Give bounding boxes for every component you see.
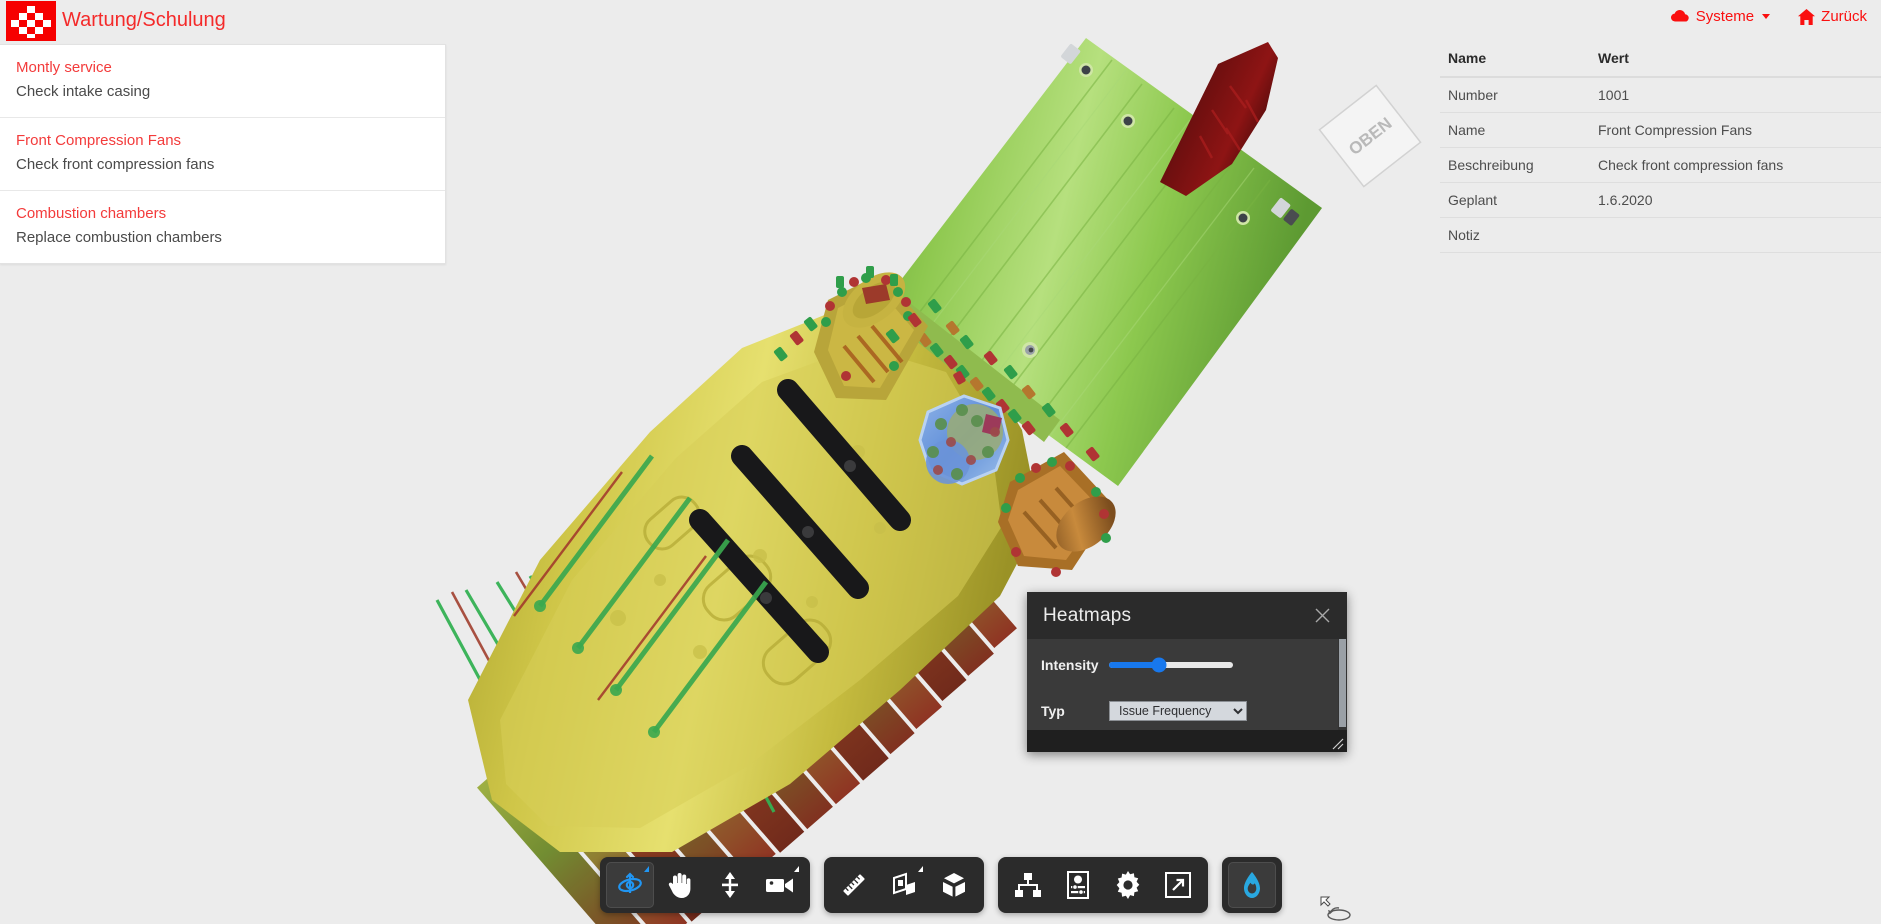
gear-icon[interactable] [1104,862,1152,908]
task-list-panel: Montly service Check intake casing Front… [0,44,446,264]
rotate-cursor [1320,896,1354,924]
intensity-label: Intensity [1041,657,1099,673]
zoom-vertical-arrows-icon[interactable] [706,862,754,908]
column-header-name: Name [1440,46,1590,78]
property-value: 1001 [1590,77,1881,113]
dialog-title: Heatmaps [1043,604,1132,626]
accessory-module-blue [918,371,1010,486]
dialog-scrollbar[interactable] [1338,639,1347,730]
pan-hand-icon[interactable] [656,862,704,908]
table-row[interactable]: Name Front Compression Fans [1440,112,1881,148]
surface-fittings [773,299,1100,462]
heatmaps-dialog[interactable]: Heatmaps Intensity Typ Issue Frequency [1027,592,1347,752]
dialog-footer [1027,730,1347,752]
section-plane-icon[interactable] [880,862,928,908]
property-name: Notiz [1440,217,1590,253]
intensity-field-row: Intensity [1027,657,1347,673]
engine-main-casing [468,304,1040,852]
dialog-body: Intensity Typ Issue Frequency [1027,639,1347,730]
app-root: OBEN Wartung/Schulung Systeme Zurück Mon… [0,0,1881,924]
toolbar-group-heatmaps [1221,857,1282,913]
task-title: Montly service [16,59,112,76]
corner-indicator [643,866,649,872]
property-value: Front Compression Fans [1590,112,1881,148]
nav-systeme-label: Systeme [1695,8,1755,25]
task-title: Front Compression Fans [16,132,182,149]
explode-cube-icon[interactable] [930,862,978,908]
app-header: Wartung/Schulung Systeme Zurück [0,0,1881,41]
casing-straps [689,379,911,663]
property-name: Name [1440,112,1590,148]
checkered-cross-logo[interactable] [6,1,56,41]
orbit-icon[interactable] [605,862,654,908]
typ-label: Typ [1041,703,1065,719]
task-description: Check front compression fans [16,156,215,173]
toolbar-group-panels [997,857,1208,913]
intensity-slider[interactable] [1109,657,1233,673]
table-row[interactable]: Number 1001 [1440,77,1881,113]
view-orientation-cube[interactable]: OBEN [1318,84,1422,188]
fullscreen-icon[interactable] [1154,862,1202,908]
nav-zurueck[interactable]: Zurück [1798,8,1867,25]
property-table: Name Wert Number 1001 Name Front Compres… [1440,46,1881,253]
table-row[interactable]: Notiz [1440,217,1881,253]
chevron-down-icon [1762,14,1771,19]
dialog-titlebar[interactable]: Heatmaps [1027,592,1347,639]
compressor-cylinder [878,38,1322,486]
scrollbar-thumb[interactable] [1339,639,1346,727]
camera-icon[interactable] [756,862,804,908]
property-name: Beschreibung [1440,147,1590,183]
task-title: Combustion chambers [16,205,167,222]
task-list-item[interactable]: Montly service Check intake casing [0,45,445,118]
flange-ring [872,286,1060,442]
heatmap-flame-icon[interactable] [1227,862,1276,908]
cloud-icon [1670,9,1690,24]
home-icon [1798,8,1816,25]
fan-blade-group [435,453,1017,924]
typ-select[interactable]: Issue Frequency [1109,701,1247,721]
typ-field-row: Typ Issue Frequency [1027,701,1347,721]
nose-cone [1160,42,1278,196]
task-description: Replace combustion chambers [16,229,222,246]
property-panel: Name Wert Number 1001 Name Front Compres… [1440,46,1881,253]
property-value: 1.6.2020 [1590,182,1881,218]
resize-grip-icon[interactable] [1330,736,1344,750]
toolbar-group-navigation [599,857,810,913]
column-header-value: Wert [1590,46,1881,78]
ruler-icon[interactable] [830,862,878,908]
toolbar-group-tools [823,857,984,913]
table-row[interactable]: Geplant 1.6.2020 [1440,182,1881,218]
nav-zurueck-label: Zurück [1821,8,1867,25]
table-header-row: Name Wert [1440,46,1881,78]
task-description: Check intake casing [16,83,151,100]
property-name: Number [1440,77,1590,113]
header-nav: Systeme Zurück [1670,8,1867,25]
task-list-item[interactable]: Front Compression Fans Check front compr… [0,118,445,191]
viewer-toolbar [599,857,1282,913]
lower-support-ribs [537,454,769,734]
corner-indicator [793,866,799,872]
property-value: Check front compression fans [1590,147,1881,183]
page-title: Wartung/Schulung [62,9,226,31]
accessory-unit-right [998,452,1116,577]
property-value [1590,217,1881,253]
property-name: Geplant [1440,182,1590,218]
table-row[interactable]: Beschreibung Check front compression fan… [1440,147,1881,183]
model-tree-icon[interactable] [1004,862,1052,908]
nav-systeme[interactable]: Systeme [1670,8,1771,25]
properties-panel-icon[interactable] [1054,862,1102,908]
close-icon[interactable] [1311,605,1333,627]
accessory-unit-upper [814,266,928,400]
corner-indicator [917,866,923,872]
task-list-item[interactable]: Combustion chambers Replace combustion c… [0,191,445,263]
